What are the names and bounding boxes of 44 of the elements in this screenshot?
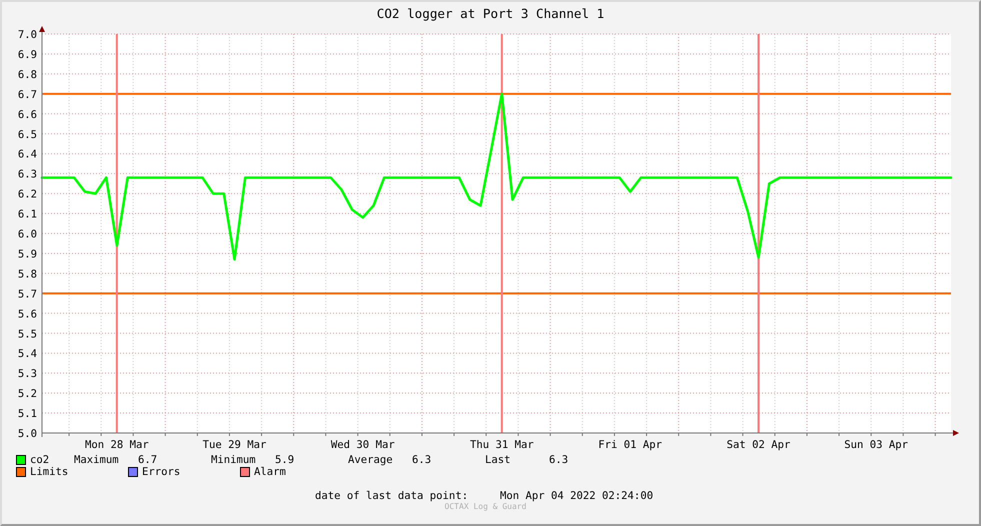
axis-label: 6.6 — [18, 108, 37, 121]
axis-label: Thu 31 Mar — [470, 439, 534, 451]
axis-label: 5.8 — [18, 268, 37, 280]
legend-label: Alarm — [254, 466, 286, 478]
stat-label: Minimum — [211, 454, 257, 466]
axis-label: Tue 29 Mar — [202, 439, 266, 451]
axis-label: 5.5 — [18, 328, 37, 340]
axis-label: 5.2 — [18, 388, 37, 400]
axis-label: 5.3 — [18, 368, 37, 380]
stat-value: 6.3 — [412, 454, 432, 466]
stat-value: 6.3 — [549, 454, 568, 466]
stat-label: Maximum — [74, 454, 120, 466]
axis-label: 6.5 — [18, 128, 37, 141]
axis-label: 5.6 — [18, 308, 37, 320]
axis-label: Sun 03 Apr — [844, 439, 908, 451]
axis-label: 6.9 — [18, 48, 37, 61]
legend-label: Errors — [142, 466, 180, 478]
axis-label: 5.7 — [18, 288, 37, 300]
stat-value: 5.9 — [275, 454, 296, 466]
axis-label: 7.0 — [18, 29, 37, 41]
watermark-text: OCTAX Log & Guard — [444, 502, 526, 511]
axis-label: Sat 02 Apr — [726, 439, 790, 451]
axis-label: 6.8 — [18, 68, 37, 81]
axis-label: 6.4 — [18, 148, 37, 161]
axis-label: 6.0 — [18, 228, 37, 240]
axis-label: 6.3 — [18, 168, 37, 181]
axis-label: 5.0 — [18, 428, 37, 440]
last-update-value: Mon Apr 04 2022 02:24:00 — [500, 490, 654, 502]
axis-label: Wed 30 Mar — [330, 439, 395, 451]
last-update-label: date of last data point: — [315, 490, 470, 502]
axis-label: 5.9 — [18, 248, 37, 260]
stat-value: 6.7 — [138, 454, 158, 466]
axis-label: 5.1 — [18, 408, 37, 420]
axis-label: 5.4 — [18, 348, 37, 360]
axis-label: 6.2 — [18, 188, 37, 201]
axis-label: Mon 28 Mar — [84, 439, 149, 451]
axis-label: Fri 01 Apr — [598, 439, 662, 451]
stat-label: Last — [485, 454, 512, 466]
chart-title: CO2 logger at Port 3 Channel 1 — [376, 8, 604, 20]
legend-label: co2 — [30, 454, 50, 466]
axis-label: 6.7 — [18, 88, 37, 101]
legend-label: Limits — [30, 466, 68, 478]
axis-label: 6.1 — [18, 208, 37, 221]
stat-label: Average — [348, 454, 394, 466]
